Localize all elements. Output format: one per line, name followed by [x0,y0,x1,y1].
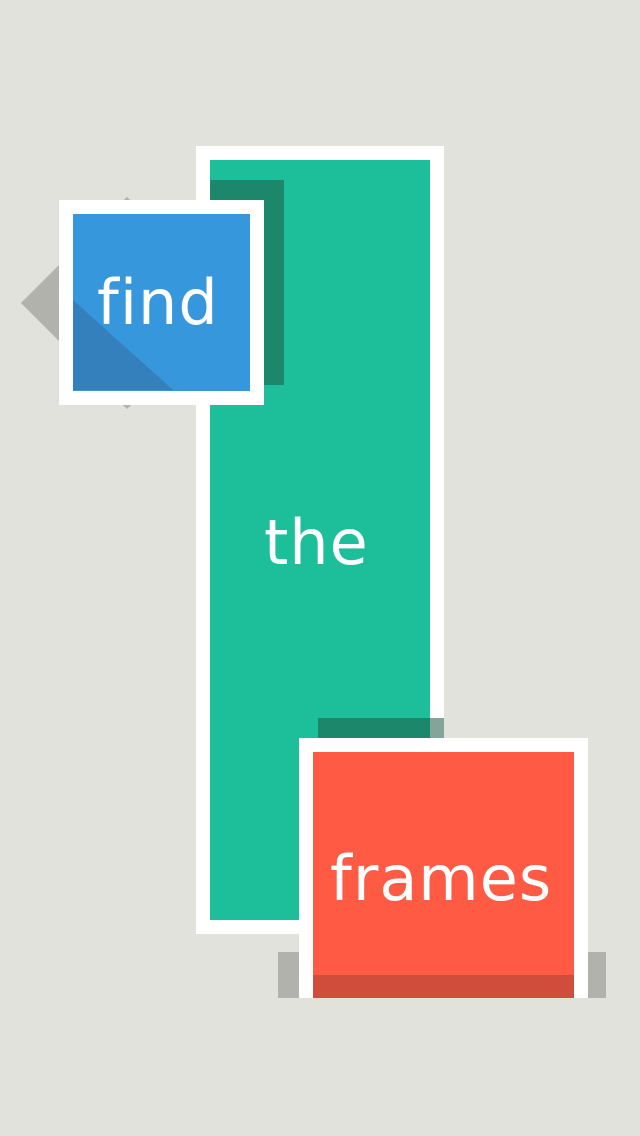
title-scene: the find frames [0,0,640,1136]
green-frame-inner-shadow-bottom [318,718,444,740]
frame-the-label: the [264,506,369,579]
frame-frames-label: frames [330,842,553,915]
frame-find-label: find [97,266,219,339]
frames-frame-bottom-shadow [313,975,574,998]
